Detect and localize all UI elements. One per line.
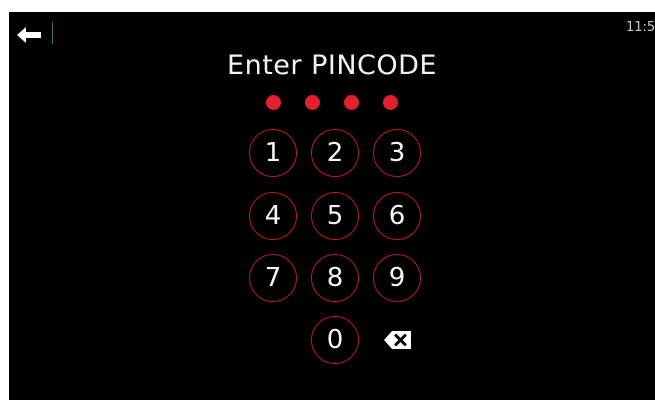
key-1[interactable]: 1 [249,129,297,177]
pin-dot [266,95,281,110]
arrow-left-icon [17,27,41,43]
header-divider [52,22,53,44]
pincode-screen: 11:59 Enter PINCODE 1 2 3 4 5 6 7 8 9 0 [9,12,655,400]
key-3[interactable]: 3 [373,129,421,177]
clock: 11:59 [626,20,655,35]
key-4[interactable]: 4 [249,192,297,240]
key-5[interactable]: 5 [311,192,359,240]
key-2[interactable]: 2 [311,129,359,177]
backspace-icon [384,331,411,349]
pin-indicator [9,95,655,110]
pin-dot [305,95,320,110]
key-6[interactable]: 6 [373,192,421,240]
delete-button[interactable] [383,329,413,351]
key-9[interactable]: 9 [373,254,421,302]
pin-dot [344,95,359,110]
key-7[interactable]: 7 [249,254,297,302]
key-8[interactable]: 8 [311,254,359,302]
key-0[interactable]: 0 [311,316,359,364]
page-title: Enter PINCODE [227,50,437,81]
back-button[interactable] [15,24,45,46]
pin-dot [383,95,398,110]
